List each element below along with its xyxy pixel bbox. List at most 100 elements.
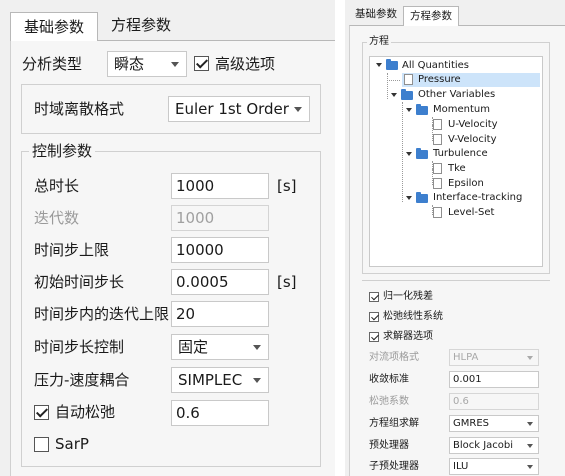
chevron-down-icon	[527, 356, 533, 360]
tree-node-turbulence[interactable]: Turbulence	[433, 147, 488, 161]
time-discretization-label: 时域离散格式	[34, 100, 125, 118]
auto-relax-input[interactable]: 0.6	[171, 400, 269, 426]
expand-caret-icon[interactable]	[406, 152, 412, 156]
tree-node-tke[interactable]: Tke	[448, 162, 466, 176]
tree-node-interface-tracking[interactable]: Interface-tracking	[433, 191, 522, 205]
preconditioner-value: Block Jacobi	[453, 440, 514, 451]
tree-node-u-velocity[interactable]: U-Velocity	[448, 118, 498, 132]
folder-icon	[416, 104, 428, 115]
iterations-input: 1000	[171, 205, 269, 231]
document-icon	[433, 163, 442, 174]
chevron-down-icon	[527, 465, 533, 469]
tree-node-level-set[interactable]: Level-Set	[448, 206, 494, 220]
section-divider	[362, 280, 550, 281]
tree-node-momentum[interactable]: Momentum	[433, 103, 490, 117]
basic-params-panel: 基础参数 方程参数 分析类型 瞬态 高级选项 时域离散格式 Euler 1st …	[0, 0, 335, 476]
document-icon	[433, 134, 442, 145]
initial-step-unit: [s]	[277, 273, 297, 291]
sub-preconditioner-label: 子预处理器	[369, 461, 419, 472]
auto-relax-label: 自动松弛	[55, 403, 116, 421]
tree-line	[387, 80, 400, 81]
sub-preconditioner-value: ILU	[453, 461, 469, 472]
equation-solver-value: GMRES	[453, 418, 489, 429]
analysis-type-value: 瞬态	[114, 55, 145, 73]
control-params-title: 控制参数	[29, 141, 96, 161]
convergence-input[interactable]: 0.001	[449, 371, 539, 388]
chevron-down-icon	[253, 378, 261, 383]
tree-line	[387, 73, 388, 99]
chevron-down-icon	[253, 345, 261, 350]
chevron-down-icon	[527, 422, 533, 426]
tree-node-epsilon[interactable]: Epsilon	[448, 177, 484, 191]
convection-scheme-select: HLPA	[449, 349, 539, 366]
analysis-type-label: 分析类型	[22, 55, 83, 73]
total-time-input[interactable]: 1000	[171, 173, 269, 199]
pv-coupling-value: SIMPLEC	[178, 371, 243, 389]
total-time-unit: [s]	[277, 177, 297, 195]
equation-solver-select[interactable]: GMRES	[449, 415, 539, 432]
expand-caret-icon[interactable]	[406, 108, 412, 112]
tree-node-v-velocity[interactable]: V-Velocity	[448, 133, 497, 147]
preconditioner-label: 预处理器	[369, 440, 409, 451]
convection-scheme-value: HLPA	[453, 352, 479, 363]
preconditioner-select[interactable]: Block Jacobi	[449, 437, 539, 454]
solver-options-checkbox[interactable]	[369, 332, 379, 342]
tree-line	[402, 102, 403, 202]
auto-relax-checkbox[interactable]	[34, 405, 49, 420]
equation-solver-label: 方程组求解	[369, 418, 419, 429]
expand-caret-icon[interactable]	[406, 196, 412, 200]
relax-factor-label: 松弛系数	[369, 396, 409, 407]
tab-equation-params[interactable]: 方程参数	[403, 6, 459, 26]
relax-linear-label: 松弛线性系统	[383, 311, 443, 322]
iterations-label: 迭代数	[34, 209, 80, 227]
pv-coupling-select[interactable]: SIMPLEC	[171, 367, 269, 393]
analysis-type-select[interactable]: 瞬态	[107, 51, 187, 77]
right-tab-bar: 基础参数 方程参数	[349, 5, 459, 26]
folder-icon	[386, 59, 398, 70]
convergence-label: 收敛标准	[369, 374, 409, 385]
pv-coupling-label: 压力-速度耦合	[34, 371, 130, 389]
tab-basic-params[interactable]: 基础参数	[10, 12, 99, 41]
tab-basic-params[interactable]: 基础参数	[349, 5, 403, 25]
tree-node-all-quantities[interactable]: All Quantities	[402, 59, 469, 73]
tree-node-other-variables[interactable]: Other Variables	[418, 88, 495, 102]
sarp-label: SarP	[55, 435, 89, 453]
folder-icon	[416, 148, 428, 159]
folder-icon	[416, 192, 428, 203]
time-step-limit-input[interactable]: 10000	[171, 237, 269, 263]
step-control-select[interactable]: 固定	[171, 334, 269, 360]
document-icon	[433, 178, 442, 189]
equation-tree[interactable]: All Quantities Pressure Other Variables …	[369, 56, 543, 267]
advanced-options-checkbox[interactable]	[194, 56, 209, 71]
relax-factor-input: 0.6	[449, 393, 539, 410]
equation-group-title: 方程	[367, 35, 391, 49]
chevron-down-icon	[527, 444, 533, 448]
tree-node-pressure[interactable]: Pressure	[418, 73, 461, 87]
solver-options-label: 求解器选项	[383, 331, 433, 342]
inner-iter-input[interactable]: 20	[171, 301, 269, 327]
step-control-label: 时间步长控制	[34, 338, 125, 356]
initial-step-input[interactable]: 0.0005	[171, 269, 269, 295]
normalize-residual-checkbox[interactable]	[369, 292, 379, 302]
chevron-down-icon	[171, 62, 179, 67]
total-time-label: 总时长	[34, 177, 80, 195]
document-icon	[404, 74, 413, 85]
document-icon	[433, 207, 442, 218]
expand-caret-icon[interactable]	[376, 63, 382, 67]
convection-scheme-label: 对流项格式	[369, 352, 419, 363]
initial-step-label: 初始时间步长	[34, 273, 125, 291]
sarp-checkbox[interactable]	[34, 437, 49, 452]
normalize-residual-label: 归一化残差	[383, 291, 433, 302]
time-step-limit-label: 时间步上限	[34, 241, 110, 259]
sub-preconditioner-select[interactable]: ILU	[449, 458, 539, 475]
time-discretization-select[interactable]: Euler 1st Order	[168, 96, 310, 122]
folder-icon	[401, 89, 413, 100]
time-discretization-value: Euler 1st Order	[175, 100, 289, 118]
relax-linear-checkbox[interactable]	[369, 312, 379, 322]
expand-caret-icon[interactable]	[391, 93, 397, 97]
document-icon	[433, 119, 442, 130]
left-tab-bar: 基础参数 方程参数	[10, 11, 184, 41]
inner-iter-label: 时间步内的迭代上限	[34, 305, 170, 323]
tab-equation-params[interactable]: 方程参数	[98, 11, 184, 40]
step-control-value: 固定	[178, 338, 209, 356]
